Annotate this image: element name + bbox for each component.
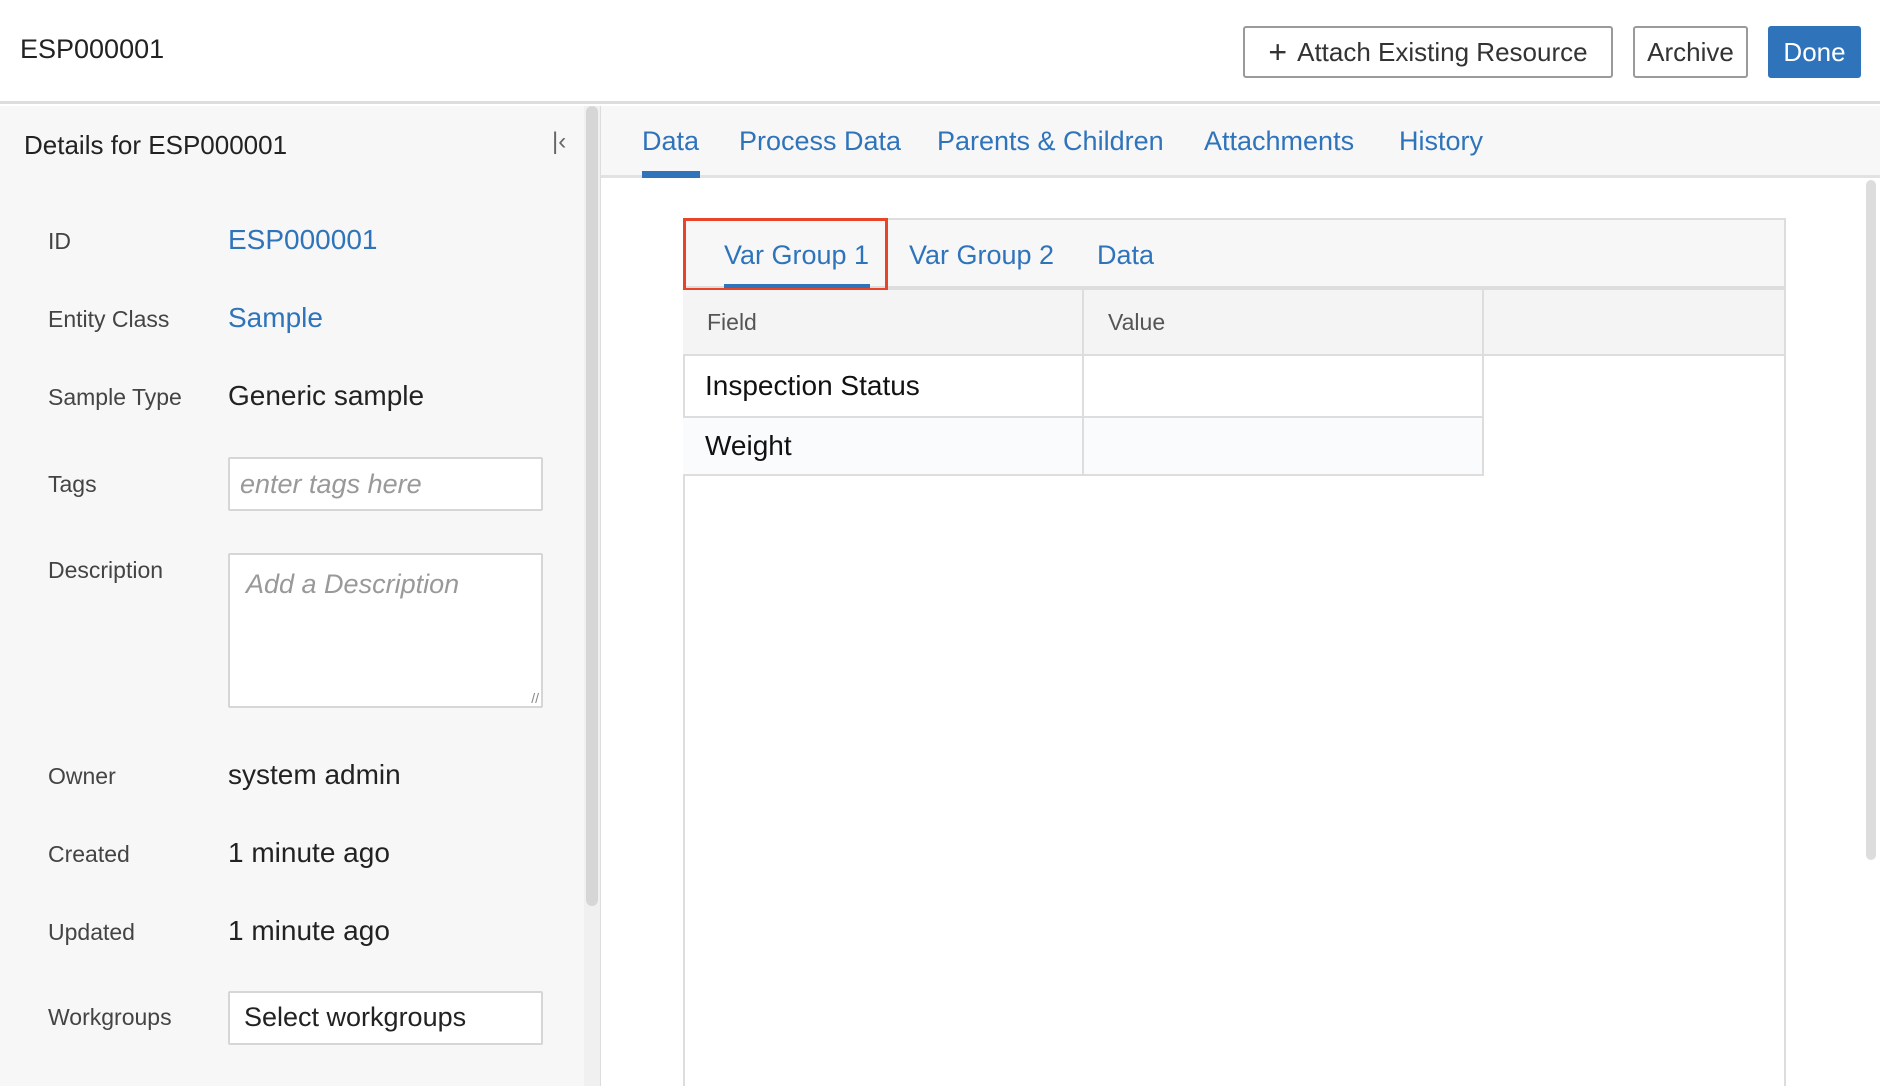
id-link[interactable]: ESP000001 [228,224,377,256]
id-label: ID [48,228,71,254]
page-title: ESP000001 [20,34,165,64]
highlight-box [683,218,888,291]
entity-class-label: Entity Class [48,306,170,332]
cell-field: Weight [683,416,1084,476]
tab-history[interactable]: History [1399,126,1483,157]
owner-label: Owner [48,763,116,789]
tab-attachments[interactable]: Attachments [1204,126,1354,157]
tags-input[interactable]: enter tags here [228,457,543,511]
entity-class-link[interactable]: Sample [228,302,323,334]
subtab-data[interactable]: Data [1097,240,1154,271]
header-empty [1482,290,1784,356]
created-label: Created [48,841,130,867]
tab-process-data[interactable]: Process Data [739,126,901,157]
collapse-panel-icon[interactable]: |‹ [552,128,566,156]
cell-value[interactable] [1082,354,1484,418]
sample-type-label: Sample Type [48,384,182,410]
header-value: Value [1082,290,1484,356]
description-label: Description [48,557,164,583]
details-scrollbar-thumb[interactable] [586,106,598,906]
workgroups-select[interactable]: Select workgroups [228,991,543,1045]
table-header-row: Field Value [683,290,1784,356]
cell-empty [1483,417,1784,475]
table-row: Weight [683,416,1784,476]
tab-data[interactable]: Data [642,126,699,157]
owner-value: system admin [228,759,401,790]
active-tab-indicator [642,171,700,178]
archive-button[interactable]: Archive [1633,26,1748,78]
cell-value[interactable] [1082,416,1484,476]
main-scrollbar-thumb[interactable] [1866,180,1876,860]
cell-empty [1483,355,1784,417]
workgroups-label: Workgroups [48,1004,172,1030]
description-textarea[interactable]: Add a Description // [228,553,543,708]
subtab-var-group-2[interactable]: Var Group 2 [909,240,1054,271]
attach-label: Attach Existing Resource [1297,36,1588,67]
header-field: Field [683,290,1084,356]
data-table: Field Value Inspection Status Weight [683,290,1784,476]
tab-parents-children[interactable]: Parents & Children [937,126,1164,157]
sample-type-value: Generic sample [228,380,425,411]
updated-label: Updated [48,919,135,945]
cell-field: Inspection Status [683,354,1084,418]
page-header: ESP000001 + Attach Existing Resource Arch… [0,0,1880,104]
tags-placeholder: enter tags here [240,469,422,499]
table-row: Inspection Status [683,354,1784,418]
tags-label: Tags [48,471,97,497]
resize-handle-icon[interactable]: // [531,690,539,706]
updated-value: 1 minute ago [228,915,390,946]
attach-existing-resource-button[interactable]: + Attach Existing Resource [1243,26,1613,78]
description-placeholder: Add a Description [246,569,460,599]
created-value: 1 minute ago [228,837,390,868]
done-button[interactable]: Done [1768,26,1861,78]
plus-icon: + [1268,33,1288,70]
details-title: Details for ESP000001 [24,130,288,160]
workgroups-value: Select workgroups [244,1002,467,1032]
